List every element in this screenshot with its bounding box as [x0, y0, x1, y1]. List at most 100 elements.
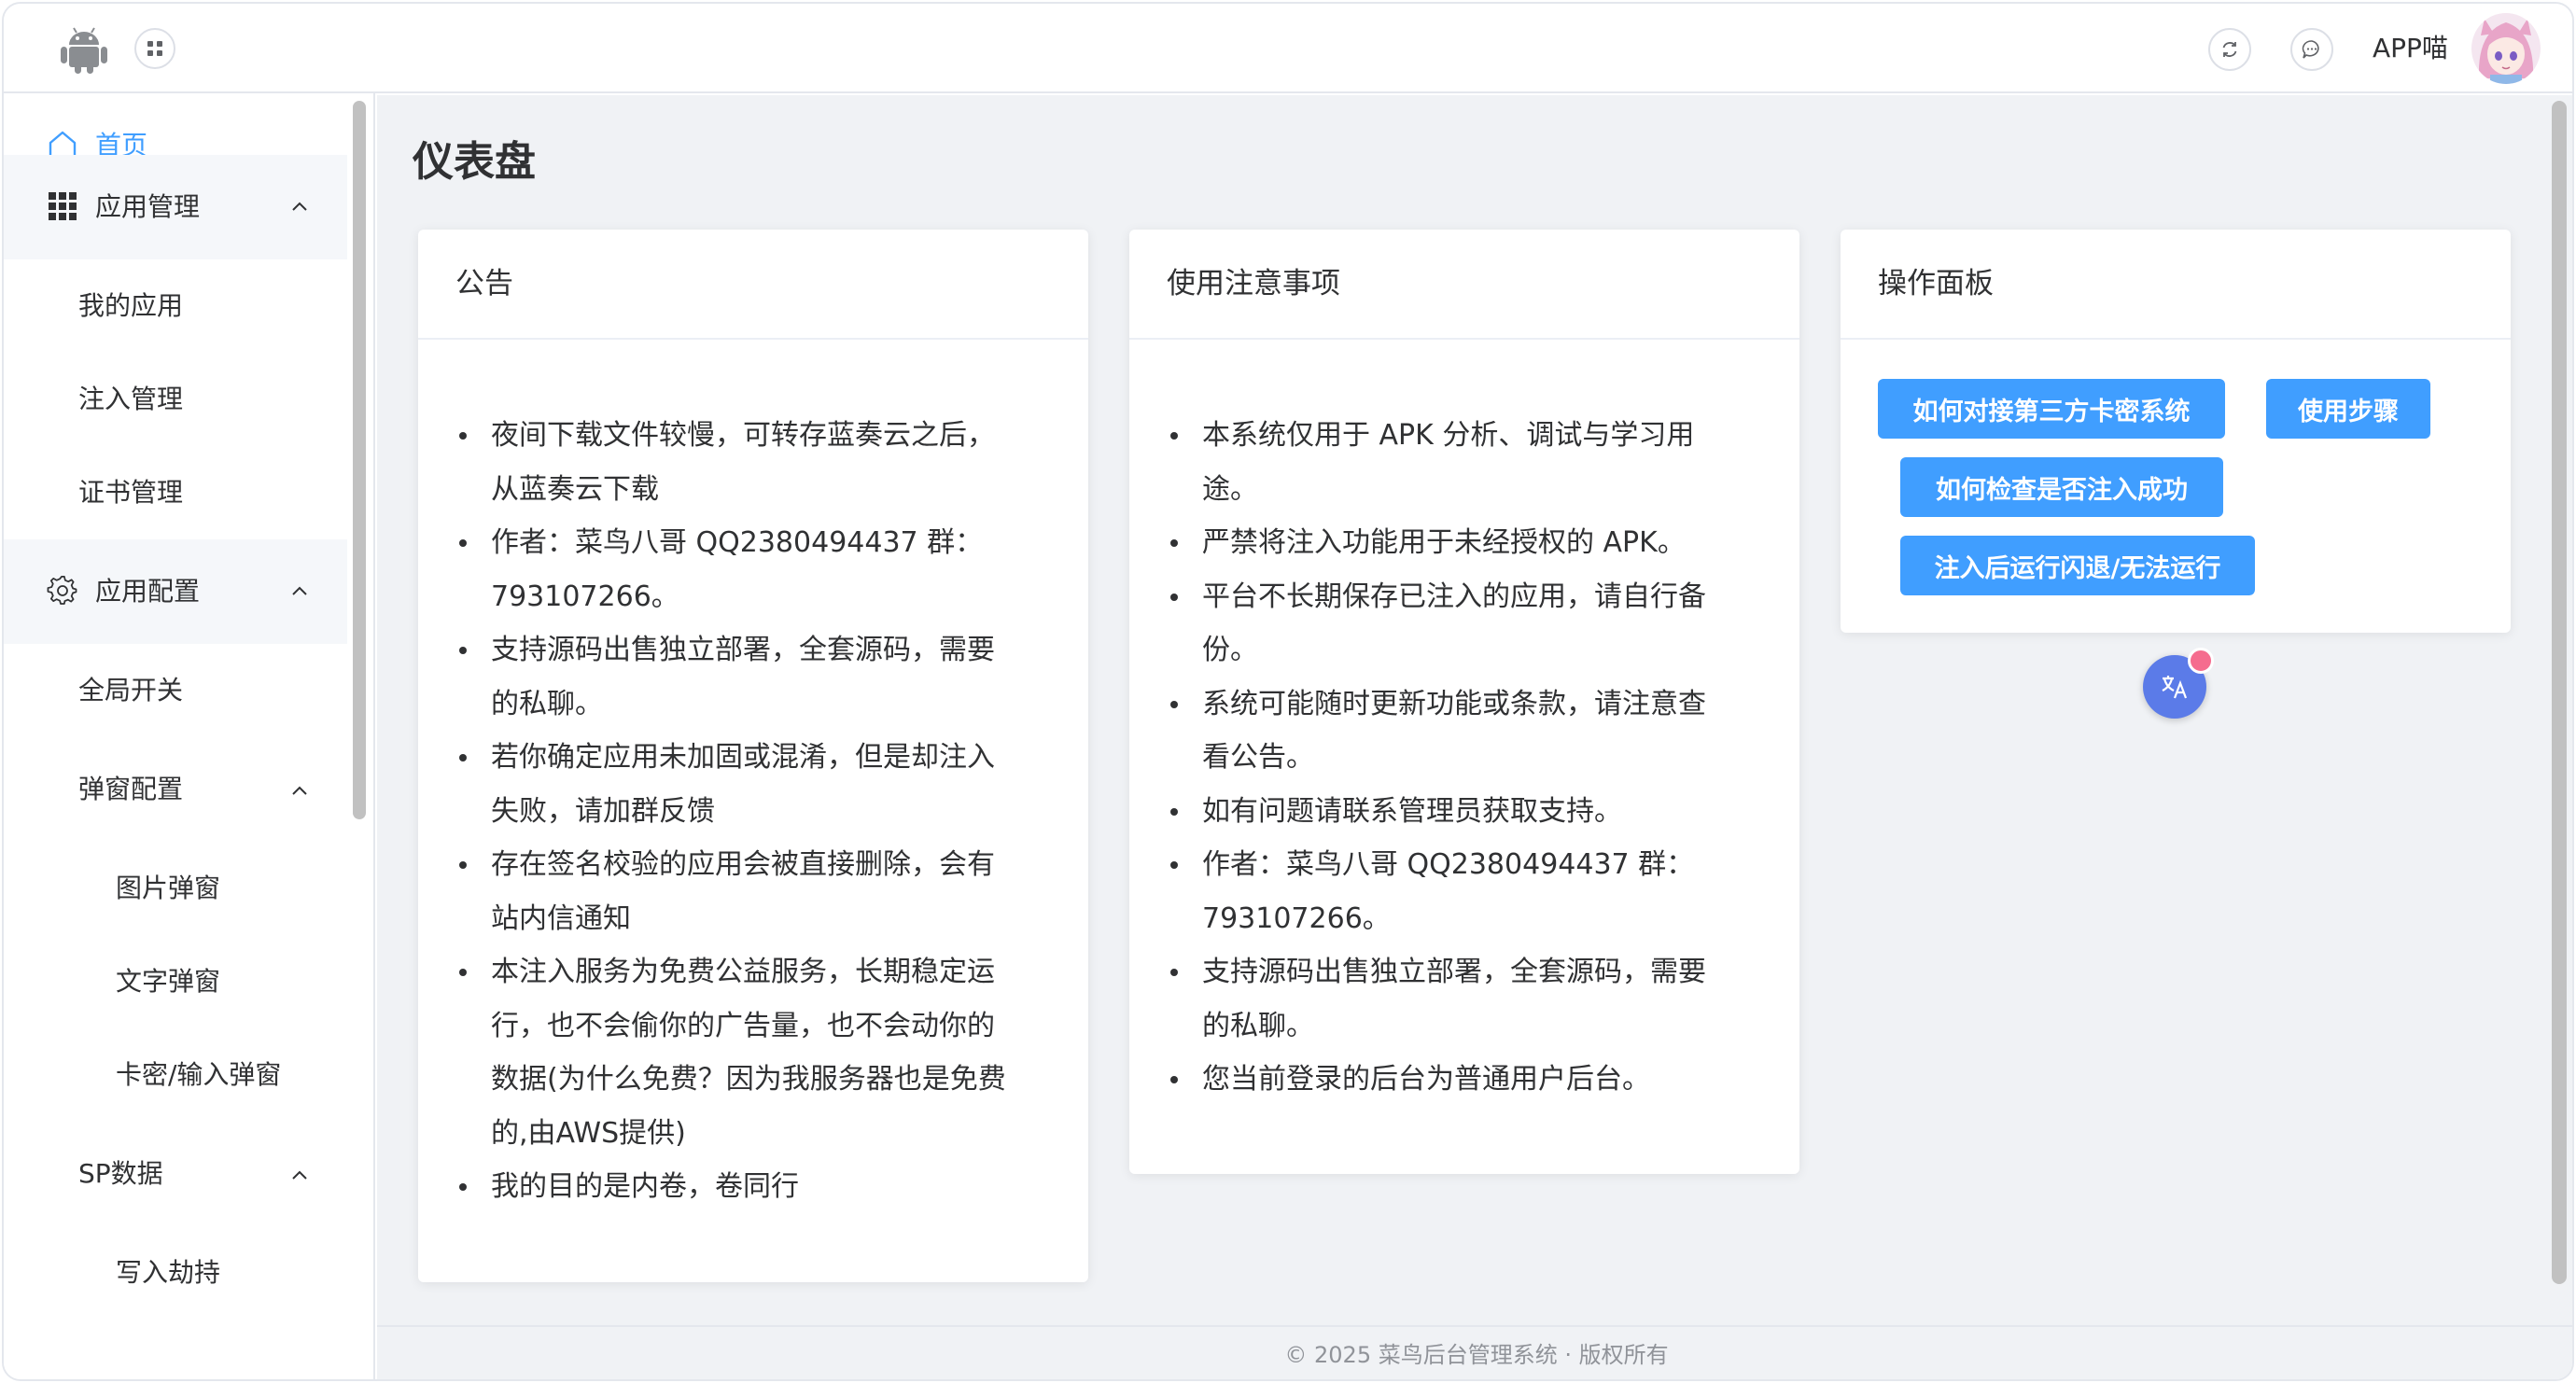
main-scrollbar[interactable] [2552, 101, 2567, 1284]
sidebar-item-write-hijack[interactable]: 写入劫持 [4, 1226, 347, 1320]
list-item-line: 平台不长期保存已注入的应用，请自行备 [1202, 580, 1706, 613]
sidebar-item-popup-config[interactable]: 弹窗配置 [4, 743, 347, 836]
list-item: 严禁将注入功能用于未经授权的 APK。 [1170, 516, 1706, 570]
card-header: 公告 [418, 230, 1088, 340]
list-item-line: 793107266。 [491, 580, 679, 613]
translate-icon [2162, 676, 2188, 699]
list-item: 作者：菜鸟八哥 QQ2380494437 群： 793107266。 [459, 516, 1006, 623]
crash-after-injection-button[interactable]: 注入后运行闪退/无法运行 [1900, 536, 2255, 595]
list-item: 支持源码出售独立部署，全套源码，需要 的私聊。 [459, 623, 1006, 731]
main-content: 仪表盘 公告 夜间下载文件较慢，可转存蓝奏云之后， 从蓝奏云下载作者：菜鸟八哥 Q… [377, 95, 2572, 1379]
sidebar-item-label: 弹窗配置 [78, 774, 184, 804]
sidebar: 首页 应用管理 我的应用 注入管理 证书管理 应用配置 全局开关 弹窗配置 图片… [4, 93, 375, 1379]
chevron-up-icon [292, 786, 307, 795]
sidebar-item-card-input-popup[interactable]: 卡密/输入弹窗 [4, 1028, 347, 1122]
announcement-card: 公告 夜间下载文件较慢，可转存蓝奏云之后， 从蓝奏云下载作者：菜鸟八哥 QQ238… [418, 230, 1088, 1282]
list-item-line: 数据(为什么免费？因为我服务器也是免费 [491, 1063, 1006, 1096]
sidebar-item-text-popup[interactable]: 文字弹窗 [4, 935, 347, 1028]
notes-card: 使用注意事项 本系统仅用于 APK 分析、调试与学习用 途。严禁将注入功能用于未经… [1129, 230, 1799, 1174]
list-item-line: 看公告。 [1202, 741, 1314, 774]
sidebar-item-label: 全局开关 [78, 675, 184, 705]
sidebar-item-label: 应用管理 [95, 191, 201, 222]
list-item-line: 本系统仅用于 APK 分析、调试与学习用 [1202, 419, 1695, 452]
chat-bubble-icon [2302, 40, 2319, 59]
list-item-line: 若你确定应用未加固或混淆，但是却注入 [491, 741, 995, 774]
list-item: 平台不长期保存已注入的应用，请自行备 份。 [1170, 570, 1706, 678]
list-item-line: 份。 [1202, 634, 1258, 666]
card-header: 使用注意事项 [1129, 230, 1799, 340]
page-title: 仪表盘 [413, 138, 536, 186]
footer: © 2025 菜鸟后台管理系统 · 版权所有 [377, 1325, 2572, 1379]
list-item-line: 支持源码出售独立部署，全套源码，需要 [491, 634, 995, 666]
list-item: 系统可能随时更新功能或条款，请注意查 看公告。 [1170, 678, 1706, 785]
list-item: 本系统仅用于 APK 分析、调试与学习用 途。 [1170, 409, 1706, 516]
sidebar-scrollbar[interactable] [353, 101, 366, 819]
list-item-line: 793107266。 [1202, 901, 1391, 935]
list-item-line: 途。 [1202, 472, 1258, 506]
card-title: 使用注意事项 [1167, 267, 1340, 300]
card-title: 公告 [455, 267, 513, 300]
gear-icon [47, 576, 77, 605]
list-item-line: 行，也不会偷你的广告量，也不会动你的 [491, 1009, 995, 1042]
sidebar-item-sp-data[interactable]: SP数据 [4, 1127, 347, 1221]
list-item: 夜间下载文件较慢，可转存蓝奏云之后， 从蓝奏云下载 [459, 409, 1006, 516]
list-item-line: 的,由AWS提供) [491, 1116, 686, 1150]
sidebar-item-label: 文字弹窗 [116, 966, 221, 997]
sidebar-item-my-apps[interactable]: 我的应用 [4, 259, 347, 353]
operation-panel-card: 操作面板 如何对接第三方卡密系统 使用步骤 如何检查是否注入成功 注入后运行闪退… [1841, 230, 2511, 633]
chevron-up-icon [292, 586, 307, 595]
sidebar-item-label: 应用配置 [95, 576, 201, 607]
list-item-line: 站内信通知 [491, 901, 631, 935]
app-window: APP喵 首页 应用管理 我的应用 注入管理 证书管理 应用配置 全局开关 弹窗… [2, 2, 2574, 1381]
sidebar-item-image-popup[interactable]: 图片弹窗 [4, 842, 347, 935]
user-avatar[interactable] [2471, 13, 2541, 84]
top-header: APP喵 [4, 4, 2572, 93]
list-item-line: 夜间下载文件较慢，可转存蓝奏云之后， [491, 419, 995, 452]
list-item-line: 严禁将注入功能用于未经授权的 APK。 [1202, 526, 1686, 559]
message-button[interactable] [2290, 28, 2333, 71]
sidebar-item-label: 我的应用 [78, 290, 184, 321]
list-item-line: 失败，请加群反馈 [491, 794, 715, 828]
chevron-up-icon [292, 1170, 307, 1180]
chevron-up-icon [292, 202, 307, 211]
usage-steps-button[interactable]: 使用步骤 [2266, 379, 2430, 439]
list-item-line: 存在签名校验的应用会被直接删除，会有 [491, 848, 995, 881]
list-item: 如有问题请联系管理员获取支持。 [1170, 785, 1706, 839]
collapse-menu-button[interactable] [134, 28, 175, 69]
sidebar-item-label: SP数据 [78, 1158, 163, 1189]
list-item-line: 的私聊。 [1202, 1009, 1314, 1042]
list-item: 您当前登录的后台为普通用户后台。 [1170, 1053, 1706, 1107]
list-item-line: 您当前登录的后台为普通用户后台。 [1202, 1063, 1650, 1096]
sidebar-item-label: 证书管理 [78, 477, 184, 508]
list-item-line: 作者：菜鸟八哥 QQ2380494437 群： [491, 526, 984, 559]
android-logo-icon[interactable] [58, 22, 110, 75]
refresh-icon [2222, 42, 2237, 57]
list-item-line: 我的目的是内卷，卷同行 [491, 1170, 799, 1203]
refresh-button[interactable] [2208, 28, 2251, 71]
grid-apps-icon [49, 192, 77, 220]
list-item-line: 从蓝奏云下载 [491, 472, 659, 506]
sidebar-item-app-config[interactable]: 应用配置 [4, 539, 347, 644]
sidebar-item-injection-management[interactable]: 注入管理 [4, 353, 347, 446]
announcement-list: 夜间下载文件较慢，可转存蓝奏云之后， 从蓝奏云下载作者：菜鸟八哥 QQ238049… [459, 409, 1006, 1214]
notification-badge [2188, 648, 2214, 674]
card-header: 操作面板 [1841, 230, 2511, 340]
sidebar-item-certificate-management[interactable]: 证书管理 [4, 446, 347, 539]
sidebar-item-label: 注入管理 [78, 384, 184, 414]
list-item-line: 作者：菜鸟八哥 QQ2380494437 群： [1202, 848, 1695, 881]
sidebar-item-label: 写入劫持 [116, 1257, 221, 1288]
sidebar-item-label: 卡密/输入弹窗 [116, 1059, 282, 1090]
card-title: 操作面板 [1878, 267, 1994, 300]
list-item-line: 的私聊。 [491, 687, 603, 720]
username-label[interactable]: APP喵 [2373, 32, 2448, 65]
sidebar-item-label: 图片弹窗 [116, 873, 221, 903]
check-injection-button[interactable]: 如何检查是否注入成功 [1900, 457, 2223, 517]
sidebar-item-global-switch[interactable]: 全局开关 [4, 644, 347, 737]
grid-icon [147, 41, 162, 56]
sidebar-item-app-management[interactable]: 应用管理 [4, 155, 347, 259]
list-item: 存在签名校验的应用会被直接删除，会有 站内信通知 [459, 838, 1006, 945]
list-item-line: 支持源码出售独立部署，全套源码，需要 [1202, 956, 1706, 988]
list-item: 若你确定应用未加固或混淆，但是却注入 失败，请加群反馈 [459, 731, 1006, 838]
third-party-card-system-button[interactable]: 如何对接第三方卡密系统 [1878, 379, 2225, 439]
list-item: 支持源码出售独立部署，全套源码，需要 的私聊。 [1170, 945, 1706, 1053]
